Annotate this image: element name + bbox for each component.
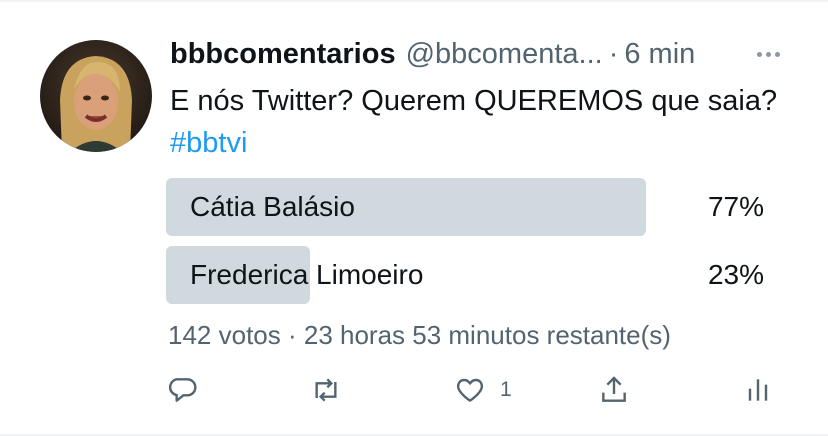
tweet-body: E nós Twitter? Querem QUEREMOS que saia? [170, 85, 778, 117]
avatar-image [40, 40, 152, 152]
share-button[interactable] [598, 368, 630, 412]
poll-option[interactable]: Cátia Balásio 77% [166, 178, 770, 236]
more-icon[interactable] [750, 40, 786, 68]
retweet-icon [315, 378, 337, 402]
timestamp[interactable]: 6 min [624, 38, 695, 71]
hashtag-link[interactable]: #bbtvi [170, 127, 247, 159]
analytics-icon [748, 379, 768, 401]
handle[interactable]: @bbcomenta... [406, 38, 603, 71]
like-button[interactable]: 1 [454, 368, 512, 412]
tweet[interactable]: bbbcomentarios @bbcomenta... · 6 min E n… [0, 0, 828, 436]
display-name[interactable]: bbbcomentarios [170, 38, 396, 71]
poll-option-label: Cátia Balásio [190, 191, 355, 222]
top-divider [0, 0, 828, 2]
poll-option-percent: 77% [707, 191, 764, 222]
poll-option-label: Frederica Limoeiro [190, 259, 424, 290]
reply-icon [168, 378, 197, 402]
poll-option-percent: 23% [707, 259, 764, 290]
share-icon [602, 376, 626, 402]
tweet-text: E nós Twitter? Querem QUEREMOS que saia?… [170, 80, 790, 164]
avatar[interactable] [40, 40, 152, 152]
poll-option[interactable]: Frederica Limoeiro 23% [166, 246, 770, 304]
separator: · [608, 37, 619, 70]
analytics-button[interactable] [742, 368, 774, 412]
poll-meta: 142 votos · 23 horas 53 minutos restante… [168, 320, 671, 350]
tweet-header: bbbcomentarios @bbcomenta... · 6 min [170, 34, 800, 74]
retweet-button[interactable] [310, 368, 342, 412]
like-count: 1 [500, 378, 512, 401]
poll: Cátia Balásio 77% Frederica Limoeiro 23% [166, 178, 770, 314]
heart-icon [456, 378, 484, 402]
action-bar: 1 [166, 368, 786, 412]
reply-button[interactable] [166, 368, 198, 412]
